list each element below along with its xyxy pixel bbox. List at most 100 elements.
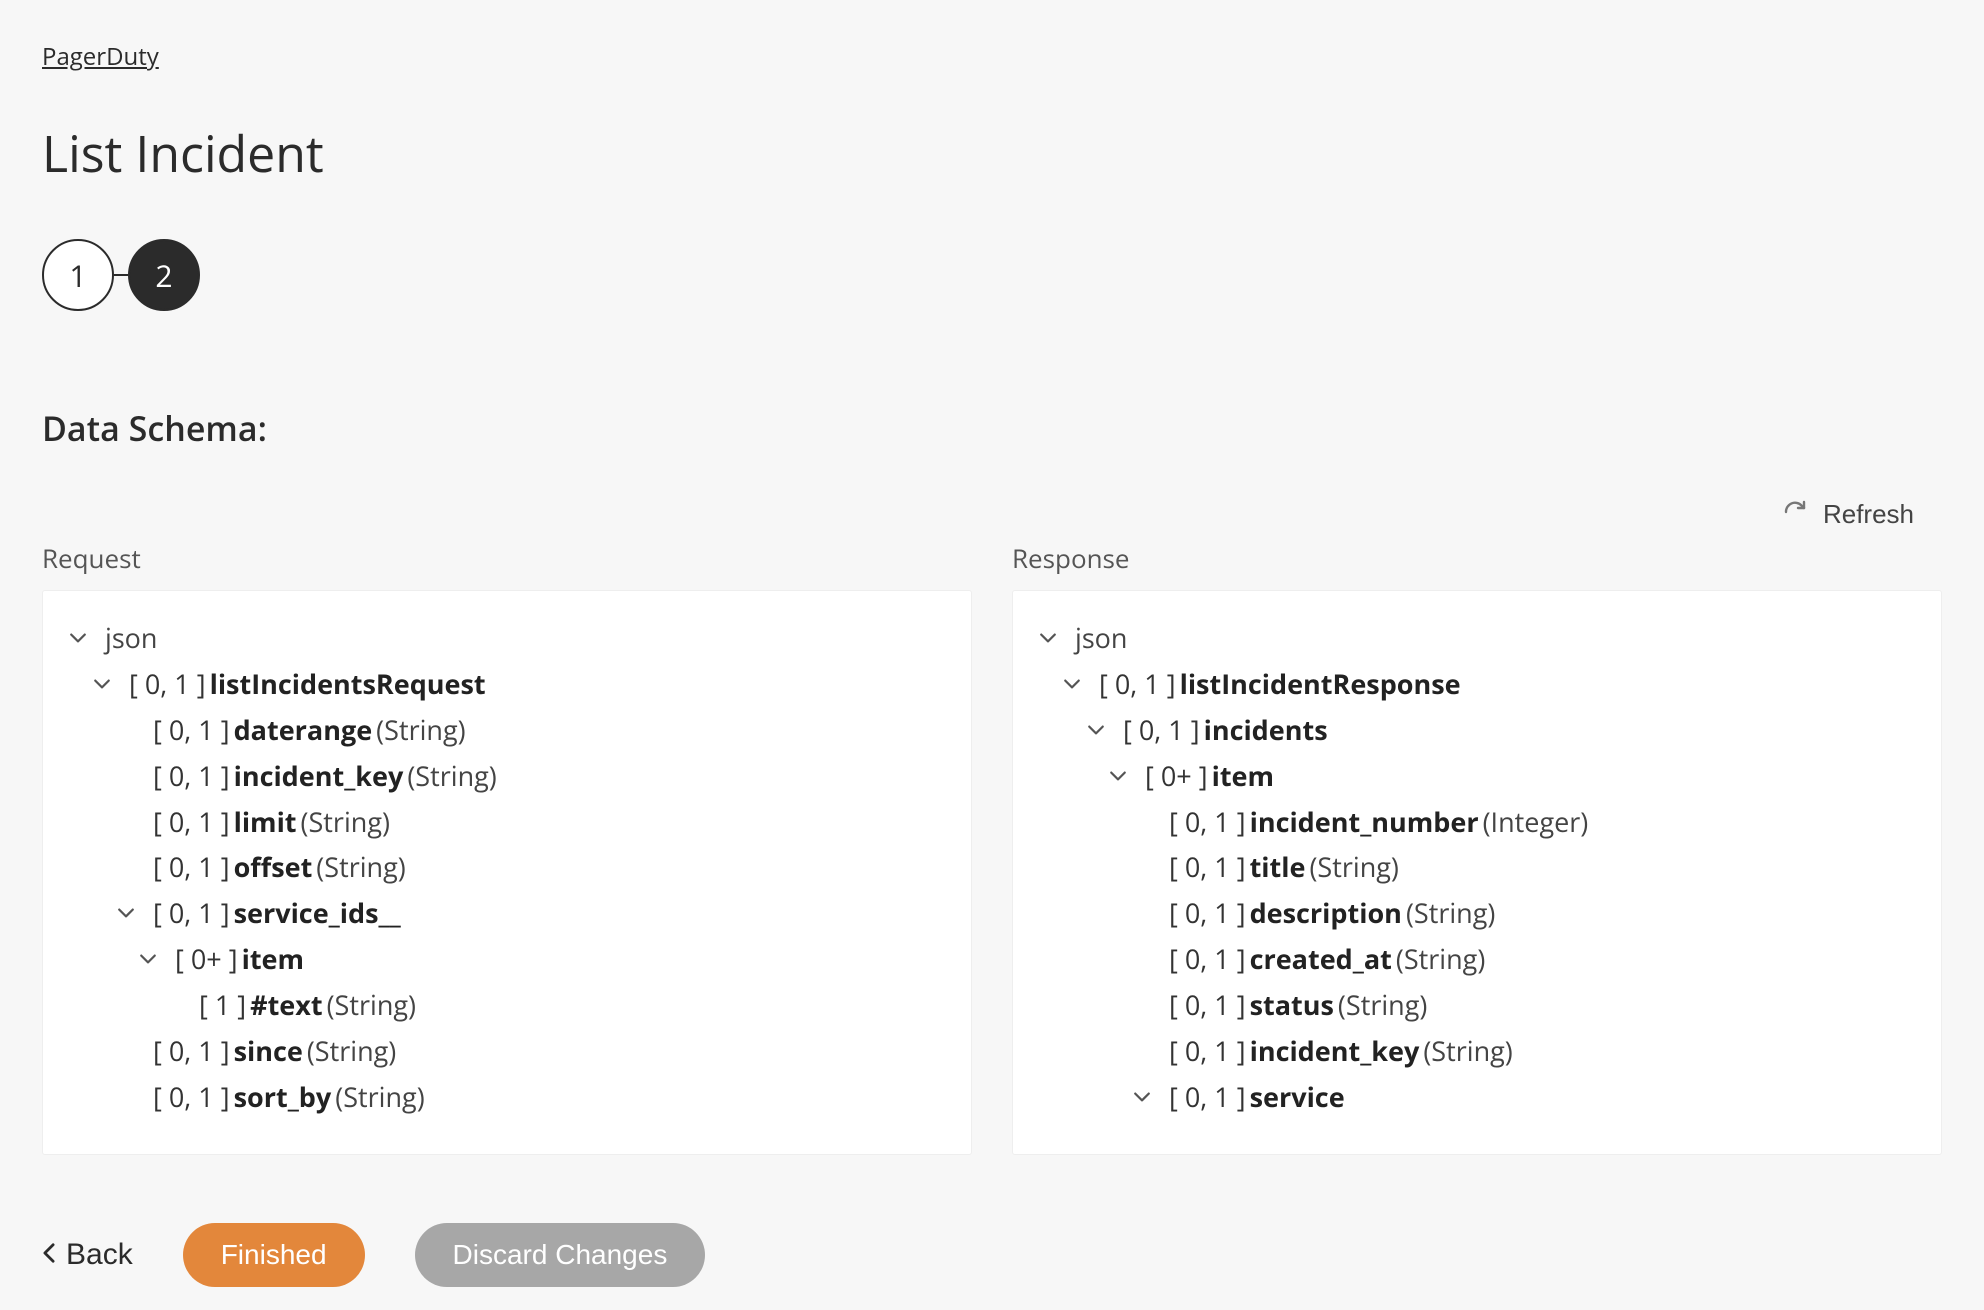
finished-button[interactable]: Finished xyxy=(183,1223,365,1287)
node-type: (String) xyxy=(316,844,405,890)
request-tree-row[interactable]: [ 0, 1 ] service_ids__ xyxy=(117,890,945,936)
chevron-down-icon[interactable] xyxy=(1133,1088,1169,1106)
node-name: description xyxy=(1250,890,1402,936)
node-name: item xyxy=(1212,753,1274,799)
node-name: incident_key xyxy=(1250,1028,1420,1074)
request-tree-row[interactable]: [ 0, 1 ] limit(String) xyxy=(117,799,945,845)
node-name: sort_by xyxy=(234,1074,332,1120)
chevron-down-icon[interactable] xyxy=(1039,629,1075,647)
request-tree-row[interactable]: [ 0, 1 ] since(String) xyxy=(117,1028,945,1074)
back-button[interactable]: Back xyxy=(42,1238,133,1272)
node-name: incident_key xyxy=(234,753,404,799)
back-label: Back xyxy=(66,1238,133,1272)
cardinality-label: [ 0+ ] xyxy=(1145,753,1208,799)
node-name: offset xyxy=(234,844,313,890)
node-type: (String) xyxy=(376,707,465,753)
chevron-down-icon[interactable] xyxy=(117,904,153,922)
node-name: title xyxy=(1250,844,1306,890)
request-tree-row[interactable]: [ 0, 1 ] listIncidentsRequest xyxy=(93,661,945,707)
response-tree-row[interactable]: [ 0, 1 ] listIncidentResponse xyxy=(1063,661,1915,707)
response-tree-row[interactable]: [ 0, 1 ] incident_key(String) xyxy=(1133,1028,1915,1074)
cardinality-label: [ 0, 1 ] xyxy=(153,1028,230,1074)
cardinality-label: [ 0+ ] xyxy=(175,936,238,982)
chevron-left-icon xyxy=(42,1238,56,1272)
discard-changes-button[interactable]: Discard Changes xyxy=(415,1223,706,1287)
node-type: (String) xyxy=(1338,982,1427,1028)
bottom-action-bar: Back Finished Discard Changes xyxy=(42,1223,1942,1287)
node-type: (String) xyxy=(307,1028,396,1074)
node-name: item xyxy=(242,936,304,982)
cardinality-label: [ 0, 1 ] xyxy=(1169,936,1246,982)
refresh-label: Refresh xyxy=(1823,499,1914,530)
node-type: (String) xyxy=(1309,844,1398,890)
request-column-label: Request xyxy=(42,540,972,576)
cardinality-label: [ 0, 1 ] xyxy=(1169,1074,1246,1120)
cardinality-label: [ 0, 1 ] xyxy=(153,890,230,936)
chevron-down-icon[interactable] xyxy=(1063,675,1099,693)
node-name: listIncidentResponse xyxy=(1180,661,1461,707)
request-tree-row[interactable]: [ 1 ] #text(String) xyxy=(163,982,945,1028)
chevron-down-icon[interactable] xyxy=(93,675,129,693)
refresh-button[interactable]: Refresh xyxy=(1783,499,1914,530)
cardinality-label: [ 0, 1 ] xyxy=(1169,982,1246,1028)
request-tree-row[interactable]: [ 0, 1 ] offset(String) xyxy=(117,844,945,890)
node-name: json xyxy=(105,615,157,661)
node-name: created_at xyxy=(1250,936,1392,982)
chevron-down-icon[interactable] xyxy=(1087,721,1123,739)
step-1[interactable]: 1 xyxy=(42,239,114,311)
step-2[interactable]: 2 xyxy=(128,239,200,311)
node-type: (String) xyxy=(1396,936,1485,982)
node-name: incidents xyxy=(1204,707,1328,753)
stepper: 1 2 xyxy=(42,239,1942,311)
response-tree-row[interactable]: [ 0+ ] item xyxy=(1109,753,1915,799)
request-tree-row[interactable]: [ 0, 1 ] sort_by(String) xyxy=(117,1074,945,1120)
response-tree-row[interactable]: json xyxy=(1039,615,1915,661)
node-type: (String) xyxy=(1423,1028,1512,1074)
step-connector xyxy=(114,274,128,276)
page-title: List Incident xyxy=(42,119,1942,187)
response-tree-row[interactable]: [ 0, 1 ] created_at(String) xyxy=(1133,936,1915,982)
node-name: daterange xyxy=(234,707,373,753)
request-tree-row[interactable]: [ 0, 1 ] incident_key(String) xyxy=(117,753,945,799)
node-type: (String) xyxy=(335,1074,424,1120)
node-type: (String) xyxy=(1406,890,1495,936)
chevron-down-icon[interactable] xyxy=(139,950,175,968)
node-name: listIncidentsRequest xyxy=(210,661,486,707)
chevron-down-icon[interactable] xyxy=(1109,767,1145,785)
cardinality-label: [ 0, 1 ] xyxy=(153,753,230,799)
node-name: json xyxy=(1075,615,1127,661)
request-tree-row[interactable]: json xyxy=(69,615,945,661)
node-type: (String) xyxy=(327,982,416,1028)
cardinality-label: [ 0, 1 ] xyxy=(129,661,206,707)
response-tree-row[interactable]: [ 0, 1 ] service xyxy=(1133,1074,1915,1120)
breadcrumb: PagerDuty xyxy=(42,40,1942,73)
cardinality-label: [ 0, 1 ] xyxy=(153,844,230,890)
response-tree-row[interactable]: [ 0, 1 ] status(String) xyxy=(1133,982,1915,1028)
request-tree-row[interactable]: [ 0, 1 ] daterange(String) xyxy=(117,707,945,753)
breadcrumb-link-pagerduty[interactable]: PagerDuty xyxy=(42,40,159,73)
node-name: service xyxy=(1250,1074,1345,1120)
node-name: incident_number xyxy=(1250,799,1479,845)
node-name: status xyxy=(1250,982,1334,1028)
response-column-label: Response xyxy=(1012,540,1942,576)
cardinality-label: [ 0, 1 ] xyxy=(1169,799,1246,845)
cardinality-label: [ 0, 1 ] xyxy=(1123,707,1200,753)
section-title-data-schema: Data Schema: xyxy=(42,405,1942,451)
response-tree-row[interactable]: [ 0, 1 ] title(String) xyxy=(1133,844,1915,890)
cardinality-label: [ 1 ] xyxy=(199,982,246,1028)
response-schema-panel: json[ 0, 1 ] listIncidentResponse[ 0, 1 … xyxy=(1012,590,1942,1155)
cardinality-label: [ 0, 1 ] xyxy=(153,1074,230,1120)
cardinality-label: [ 0, 1 ] xyxy=(153,799,230,845)
node-name: service_ids__ xyxy=(234,890,401,936)
request-schema-panel: json[ 0, 1 ] listIncidentsRequest[ 0, 1 … xyxy=(42,590,972,1155)
chevron-down-icon[interactable] xyxy=(69,629,105,647)
node-name: limit xyxy=(234,799,297,845)
node-name: since xyxy=(234,1028,303,1074)
cardinality-label: [ 0, 1 ] xyxy=(153,707,230,753)
response-tree-row[interactable]: [ 0, 1 ] incidents xyxy=(1087,707,1915,753)
response-tree-row[interactable]: [ 0, 1 ] incident_number(Integer) xyxy=(1133,799,1915,845)
cardinality-label: [ 0, 1 ] xyxy=(1169,890,1246,936)
response-tree-row[interactable]: [ 0, 1 ] description(String) xyxy=(1133,890,1915,936)
response-column: Response json[ 0, 1 ] listIncidentRespon… xyxy=(1012,540,1942,1155)
request-tree-row[interactable]: [ 0+ ] item xyxy=(139,936,945,982)
